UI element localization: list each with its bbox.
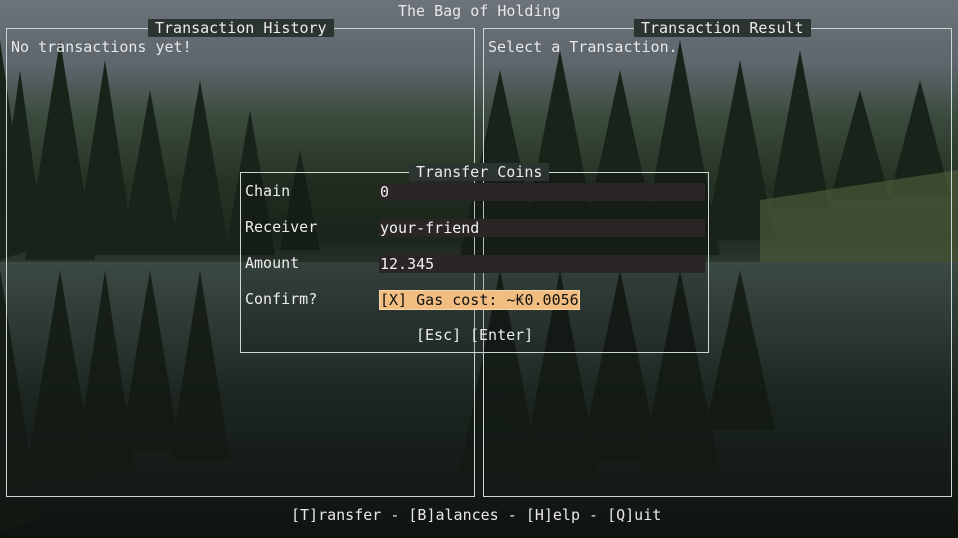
receiver-label: Receiver [245,218,318,236]
footer-separator: - [381,506,409,524]
footer-separator: - [498,506,526,524]
enter-button[interactable]: [Enter] [470,326,533,344]
help-shortcut[interactable]: [H]elp [526,506,580,524]
amount-input[interactable]: 12.345 [379,255,705,273]
confirm-checkbox[interactable]: [X] Gas cost: ~₭0.0056 [379,290,580,310]
transfer-coins-title: Transfer Coins [409,163,550,181]
footer-menu: [T]ransfer - [B]alances - [H]elp - [Q]ui… [291,506,661,524]
transfer-coins-dialog: Transfer Coins Chain 0 Receiver your-fri… [240,163,709,353]
chain-input[interactable]: 0 [379,183,705,201]
history-empty-message: No transactions yet! [11,38,192,56]
esc-button[interactable]: [Esc] [416,326,461,344]
confirm-label: Confirm? [245,290,318,308]
result-placeholder: Select a Transaction. [488,38,678,56]
footer-separator: - [580,506,608,524]
transaction-result-title: Transaction Result [634,19,811,37]
transaction-history-title: Transaction History [148,19,334,37]
app-title: The Bag of Holding [398,2,561,20]
amount-label: Amount [245,254,300,272]
receiver-input[interactable]: your-friend [379,219,705,237]
quit-shortcut[interactable]: [Q]uit [607,506,661,524]
chain-label: Chain [245,182,291,200]
balances-shortcut[interactable]: [B]alances [408,506,498,524]
transfer-shortcut[interactable]: [T]ransfer [291,506,381,524]
